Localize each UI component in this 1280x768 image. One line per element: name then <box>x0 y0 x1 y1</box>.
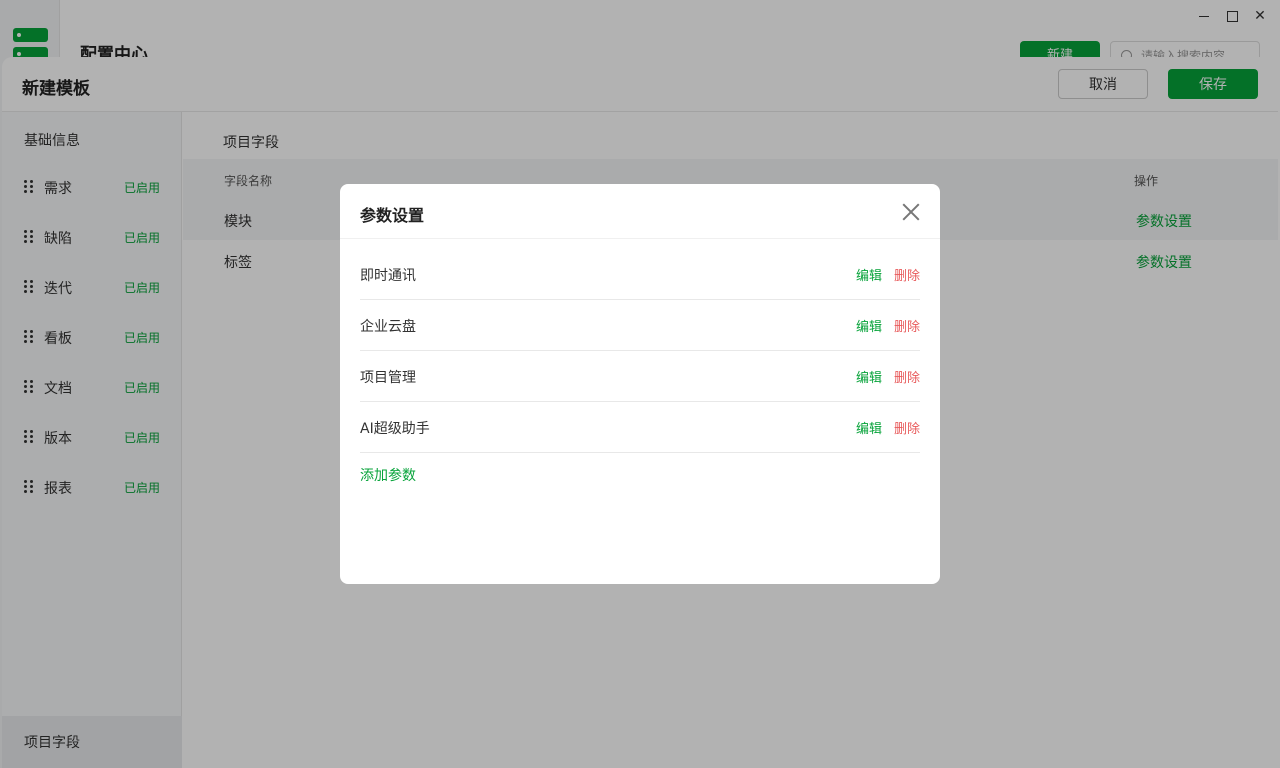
param-name: 企业云盘 <box>360 319 416 335</box>
param-settings-modal: 参数设置 即时通讯 编辑 删除 企业云盘 编辑 删除 项目管理 编辑 删除 AI超级助手 编辑 删除 … <box>340 184 940 584</box>
add-param-link[interactable]: 添加参数 <box>360 465 416 485</box>
param-row: 企业云盘 编辑 删除 <box>360 300 920 351</box>
modal-title: 参数设置 <box>360 206 425 225</box>
edit-param-link[interactable]: 编辑 <box>856 367 882 386</box>
param-row: 即时通讯 编辑 删除 <box>360 249 920 300</box>
modal-header: 参数设置 <box>340 184 940 239</box>
edit-param-link[interactable]: 编辑 <box>856 265 882 284</box>
param-name: 项目管理 <box>360 370 416 386</box>
param-name: AI超级助手 <box>360 421 430 437</box>
edit-param-link[interactable]: 编辑 <box>856 418 882 437</box>
delete-param-link[interactable]: 删除 <box>894 418 920 437</box>
param-name: 即时通讯 <box>360 268 416 284</box>
close-icon[interactable] <box>900 201 922 223</box>
param-row: 项目管理 编辑 删除 <box>360 351 920 402</box>
delete-param-link[interactable]: 删除 <box>894 265 920 284</box>
param-row: AI超级助手 编辑 删除 <box>360 402 920 453</box>
edit-param-link[interactable]: 编辑 <box>856 316 882 335</box>
delete-param-link[interactable]: 删除 <box>894 316 920 335</box>
delete-param-link[interactable]: 删除 <box>894 367 920 386</box>
